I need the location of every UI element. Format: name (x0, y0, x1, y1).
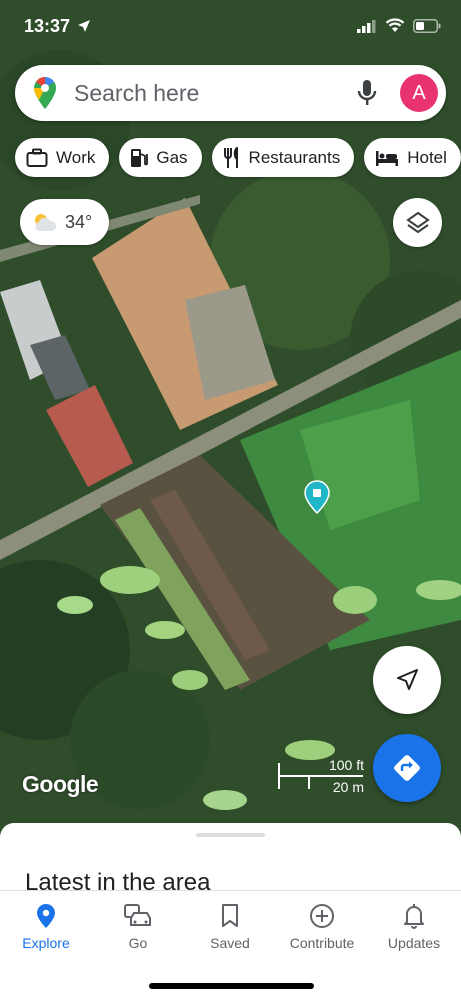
battery-icon (413, 18, 441, 33)
nav-label: Explore (22, 935, 70, 951)
cellular-signal-icon (357, 19, 376, 33)
gas-pump-icon (131, 148, 149, 167)
bookmark-icon (222, 904, 238, 927)
account-avatar[interactable]: A (400, 74, 438, 112)
scale-metric: 20 m (332, 779, 364, 795)
location-arrow-icon (78, 20, 90, 32)
status-bar: 13:37 (0, 0, 461, 52)
map-scale: 100 ft 20 m (278, 757, 364, 795)
plus-circle-icon (310, 904, 334, 928)
nav-label: Updates (387, 935, 441, 951)
weather-chip[interactable]: 34° (20, 199, 109, 245)
nav-explore[interactable]: Explore (0, 903, 92, 951)
bed-icon (376, 150, 399, 166)
navigation-arrow-icon (397, 669, 418, 690)
chip-restaurants[interactable]: Restaurants (211, 138, 355, 177)
microphone-icon[interactable] (356, 79, 378, 107)
chip-label: Restaurants (248, 147, 341, 167)
nav-label: Saved (210, 935, 250, 951)
search-input[interactable]: Search here (74, 80, 356, 107)
directions-button[interactable] (373, 734, 441, 802)
status-time: 13:37 (24, 16, 71, 36)
chip-gas[interactable]: Gas (119, 138, 202, 177)
briefcase-icon (26, 148, 48, 167)
scale-imperial: 100 ft (328, 757, 364, 773)
chip-work[interactable]: Work (15, 138, 110, 177)
layers-icon (405, 211, 430, 233)
google-maps-logo-icon (34, 77, 56, 109)
nav-contribute[interactable]: Contribute (276, 903, 368, 951)
chip-hotel[interactable]: Hotel (364, 138, 461, 177)
search-bar[interactable]: Search here A (15, 65, 446, 121)
wifi-icon (385, 18, 405, 32)
weather-temperature: 34° (65, 211, 93, 232)
nav-saved[interactable]: Saved (184, 903, 276, 951)
bell-icon (404, 904, 424, 929)
directions-icon (394, 755, 420, 781)
fork-knife-icon (223, 146, 238, 168)
explore-pin-icon (37, 904, 55, 928)
chip-label: Gas (156, 147, 188, 167)
nav-go[interactable]: Go (92, 903, 184, 951)
chip-label: Work (56, 147, 96, 167)
map-pin-icon[interactable] (304, 480, 330, 514)
chip-label: Hotel (407, 147, 447, 167)
avatar-letter: A (412, 81, 426, 104)
car-icon (124, 904, 151, 926)
category-chips: Work Gas Restaurants Hotel (15, 138, 461, 177)
google-attribution: Google (22, 771, 99, 797)
layers-button[interactable] (393, 198, 442, 247)
sheet-drag-handle[interactable] (196, 833, 265, 837)
partly-cloudy-icon (35, 214, 57, 231)
nav-updates[interactable]: Updates (368, 903, 460, 951)
home-indicator[interactable] (149, 983, 314, 989)
my-location-button[interactable] (373, 646, 441, 714)
nav-label: Go (128, 935, 148, 951)
nav-label: Contribute (289, 935, 355, 951)
